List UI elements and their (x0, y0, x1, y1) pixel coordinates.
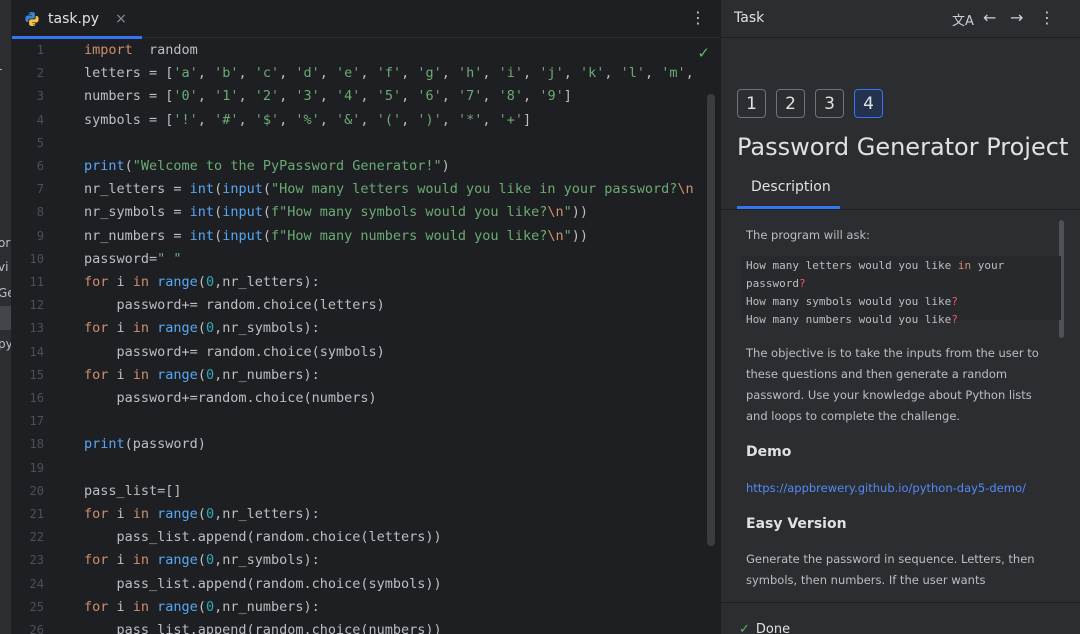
code-line: pass_list.append(random.choice(symbols)) (84, 575, 442, 592)
more-options-icon[interactable]: ⋮ (1039, 8, 1055, 27)
back-arrow-icon[interactable]: ← (983, 8, 996, 27)
code-line: for i in range(0,nr_symbols): (84, 552, 320, 569)
code-line: pass_list=[] (84, 482, 182, 499)
translate-icon[interactable]: 文A (952, 10, 974, 29)
question-line: password? (746, 277, 806, 290)
step-2-button[interactable]: 2 (776, 89, 805, 118)
close-icon[interactable]: × (115, 11, 127, 27)
line-number: 25 (29, 599, 44, 614)
line-number: 5 (36, 135, 44, 150)
step-1-button[interactable]: 1 (737, 89, 766, 118)
forward-arrow-icon[interactable]: → (1010, 8, 1023, 27)
code-line: password+=random.choice(numbers) (84, 390, 377, 406)
done-label: Done (755, 622, 791, 634)
editor-tab-bar: task.py × ⋮ (12, 0, 720, 39)
line-number: 21 (29, 507, 44, 521)
done-status: ✓ Done (739, 622, 790, 634)
question-line: How many numbers would you like? (746, 313, 958, 326)
line-number: 16 (29, 391, 44, 405)
code-line: nr_symbols = int(input(f"How many symbol… (84, 204, 588, 221)
line-number: 15 (29, 367, 44, 382)
line-number: 22 (29, 530, 44, 545)
step-4-button[interactable]: 4 (854, 89, 883, 118)
easy-version-text: Generate the password in sequence. Lette… (746, 552, 1035, 587)
code-line: nr_letters = int(input("How many letters… (84, 181, 694, 198)
step-navigator: 1 2 3 4 (737, 89, 883, 118)
line-number: 11 (29, 275, 44, 289)
code-line: password=" " (84, 250, 182, 267)
code-line: for i in range(0,nr_letters): (84, 274, 320, 290)
line-number: 3 (36, 89, 44, 104)
line-number: 9 (36, 228, 44, 243)
strip-dash: - (0, 62, 2, 76)
project-title: Password Generator Project (737, 133, 1069, 161)
code-area[interactable]: 1 2 3 4 5 6 7 8 9 10 11 12 13 14 15 16 17 18 19 20 21 22 23 24 2… (12, 38, 720, 634)
code-editor: task.py × ⋮ 1 2 3 4 5 6 7 8 9 10 11 12 13 14 15 16 17 18 1… (12, 0, 720, 634)
line-number: 1 (36, 43, 44, 57)
tab-filename: task.py (48, 11, 100, 27)
line-number: 23 (29, 553, 44, 568)
line-number: 8 (36, 205, 44, 220)
code-line: nr_numbers = int(input(f"How many number… (84, 227, 588, 244)
question-line: How many letters would you like in your (746, 259, 1005, 272)
line-number: 18 (29, 437, 44, 452)
line-number: 24 (29, 576, 44, 591)
line-number: 13 (29, 321, 44, 336)
check-icon: ✓ (739, 622, 750, 634)
code-line: for i in range(0,nr_letters): (84, 506, 320, 522)
code-line: symbols = ['!', '#', '$', '%', '&', '(',… (84, 111, 532, 128)
code-line: for i in range(0,nr_symbols): (84, 320, 320, 337)
code-line: letters = ['a', 'b', 'c', 'd', 'e', 'f',… (84, 65, 694, 82)
python-file-icon (24, 11, 40, 27)
line-number: 19 (29, 460, 44, 475)
code-line: import random (84, 42, 198, 58)
line-number: 4 (36, 112, 44, 127)
line-number: 14 (29, 344, 44, 359)
line-number: 20 (29, 483, 44, 498)
easy-version-heading: Easy Version (746, 516, 847, 532)
question-line: How many symbols would you like? (746, 295, 958, 308)
more-options-icon[interactable]: ⋮ (690, 8, 706, 27)
demo-heading: Demo (746, 444, 792, 460)
code-line: password+= random.choice(letters) (84, 297, 385, 314)
line-number: 10 (29, 251, 44, 266)
task-panel-header: Task 文A ← → ⋮ (721, 0, 1080, 38)
line-number: 26 (29, 623, 44, 634)
step-3-button[interactable]: 3 (815, 89, 844, 118)
code-line: for i in range(0,nr_numbers): (84, 366, 320, 383)
task-panel: Task 文A ← → ⋮ 1 2 3 4 Password Generator… (720, 0, 1080, 634)
code-line: print(password) (84, 436, 206, 453)
code-line: password+= random.choice(symbols) (84, 343, 385, 360)
line-number: 12 (29, 298, 44, 313)
code-line: for i in range(0,nr_numbers): (84, 598, 320, 615)
panel-footer-divider (721, 602, 1080, 603)
description-content[interactable]: The program will ask: How many letters w… (721, 210, 1080, 602)
demo-link[interactable]: https://appbrewery.github.io/python-day5… (746, 481, 1026, 495)
editor-scrollbar[interactable] (707, 94, 715, 546)
line-number: 2 (36, 66, 44, 81)
line-number: 6 (36, 159, 44, 173)
tab-description[interactable]: Description (751, 179, 831, 195)
intro-text: The program will ask: (746, 228, 871, 242)
code-line: numbers = ['0', '1', '2', '3', '4', '5',… (84, 88, 572, 105)
line-number: 7 (36, 182, 44, 197)
code-line: pass_list.append(random.choice(letters)) (84, 529, 442, 546)
task-panel-title: Task (734, 10, 765, 26)
code-line: pass_list.append(random.choice(numbers)) (84, 622, 442, 634)
no-problems-check-icon[interactable]: ✓ (697, 44, 710, 62)
tab-task-py[interactable]: task.py × (12, 0, 142, 39)
objective-text: The objective is to take the inputs from… (746, 346, 1039, 423)
code-line: print("Welcome to the PyPassword Generat… (84, 158, 450, 174)
line-number: 17 (29, 414, 44, 429)
